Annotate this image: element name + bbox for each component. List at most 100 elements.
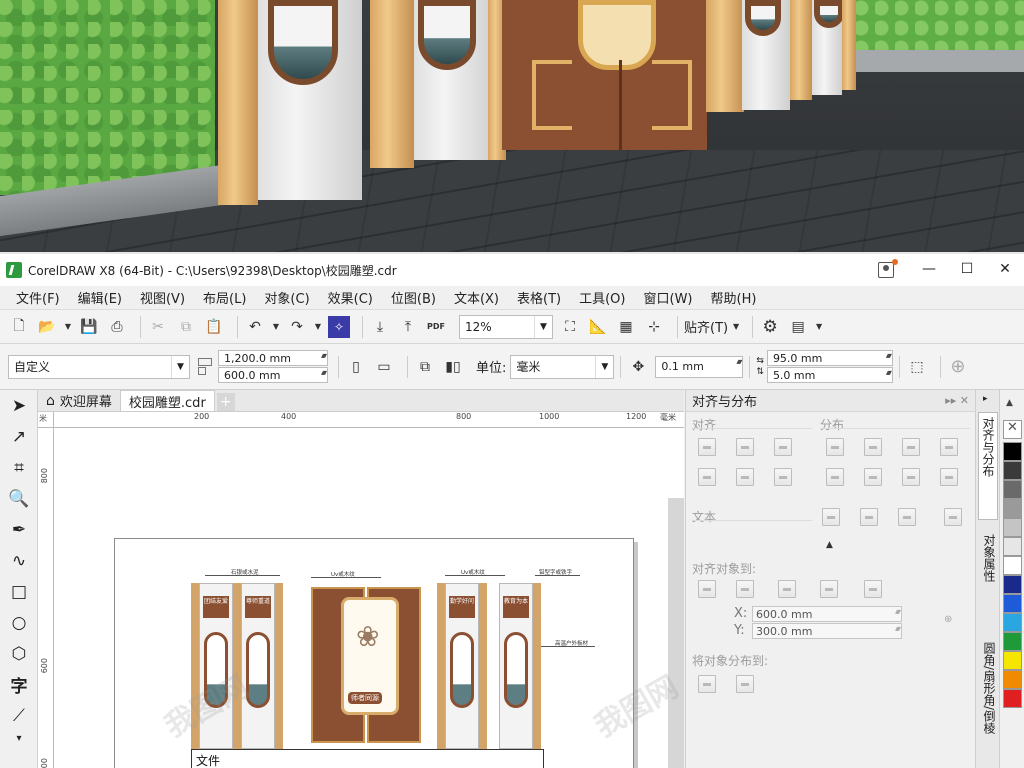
freehand-tool-icon[interactable]: ✒ bbox=[0, 514, 38, 545]
distribute-bottom-icon[interactable] bbox=[940, 468, 958, 486]
design-panel-3[interactable]: 勤学好问 bbox=[445, 583, 479, 749]
distribute-left-icon[interactable] bbox=[826, 438, 844, 456]
cut-icon[interactable]: ✂ bbox=[147, 316, 169, 338]
horizontal-ruler[interactable]: 200 400 800 1000 1200 毫米 bbox=[54, 412, 684, 428]
distribute-spacing-horizontal-icon[interactable] bbox=[902, 438, 920, 456]
import-icon[interactable]: ⤓ bbox=[369, 316, 391, 338]
text-tool-icon[interactable]: 字 bbox=[0, 669, 38, 700]
color-swatch[interactable] bbox=[1003, 594, 1022, 613]
menu-layout[interactable]: 布局(L) bbox=[195, 288, 256, 307]
menu-table[interactable]: 表格(T) bbox=[509, 288, 571, 307]
color-swatch[interactable] bbox=[1003, 575, 1022, 594]
distribute-spacing-vertical-icon[interactable] bbox=[902, 468, 920, 486]
application-launcher-icon[interactable]: ▤ bbox=[787, 316, 809, 338]
text-first-baseline-icon[interactable] bbox=[822, 508, 840, 526]
page-preset-combo[interactable]: 自定义 ▼ bbox=[8, 354, 190, 379]
menu-window[interactable]: 窗口(W) bbox=[636, 288, 703, 307]
pick-tool-icon[interactable]: ➤ bbox=[0, 390, 38, 421]
align-center-vertical-icon[interactable] bbox=[736, 468, 754, 486]
menu-object[interactable]: 对象(C) bbox=[256, 288, 319, 307]
design-gate-center[interactable]: ❀ 师者同源 bbox=[341, 597, 399, 715]
menu-file[interactable]: 文件(F) bbox=[8, 288, 70, 307]
ellipse-tool-icon[interactable]: ○ bbox=[0, 607, 38, 638]
distribute-top-icon[interactable] bbox=[826, 468, 844, 486]
text-outline-icon[interactable] bbox=[944, 508, 962, 526]
tab-object-properties[interactable]: 对象属性 bbox=[978, 530, 998, 630]
align-to-active-object-icon[interactable] bbox=[698, 580, 716, 598]
save-icon[interactable]: 💾 bbox=[78, 316, 100, 338]
color-swatch[interactable] bbox=[1003, 499, 1022, 518]
publish-pdf-icon[interactable]: PDF bbox=[425, 316, 447, 338]
show-rulers-icon[interactable]: 📐 bbox=[587, 316, 609, 338]
undo-dropdown-icon[interactable]: ▼ bbox=[272, 316, 280, 338]
collapse-chevron-up-icon[interactable]: ▲ bbox=[826, 540, 833, 550]
menu-effects[interactable]: 效果(C) bbox=[320, 288, 383, 307]
undo-icon[interactable]: ↶ bbox=[244, 316, 266, 338]
color-swatch[interactable] bbox=[1003, 556, 1022, 575]
align-x-field[interactable]: 600.0 mm bbox=[752, 606, 902, 622]
no-color-swatch[interactable] bbox=[1003, 420, 1022, 439]
color-swatch[interactable] bbox=[1003, 613, 1022, 632]
duplicate-distance-y-field[interactable]: 5.0 mm bbox=[766, 367, 893, 383]
color-swatch[interactable] bbox=[1003, 461, 1022, 480]
color-swatch[interactable] bbox=[1003, 480, 1022, 499]
design-panel-4[interactable]: 教育为本 bbox=[499, 583, 533, 749]
drawing-canvas[interactable]: 石银或水泥 Uv或木纹 Uv或木纹 铝型字或铁字 高温户外板材 团结友爱 尊师重… bbox=[54, 428, 684, 768]
rectangle-tool-icon[interactable]: □ bbox=[0, 576, 38, 607]
color-swatch[interactable] bbox=[1003, 442, 1022, 461]
current-page-icon[interactable]: ▮▯ bbox=[442, 356, 464, 378]
open-folder-icon[interactable]: 📂 bbox=[36, 316, 58, 338]
palette-scroll-up-icon[interactable]: ▲ bbox=[1006, 398, 1013, 408]
minimize-button[interactable]: — bbox=[910, 254, 948, 284]
vertical-ruler[interactable]: 600 400 800 bbox=[38, 428, 54, 768]
tabs-scroll-icon[interactable]: ▸ bbox=[983, 394, 988, 404]
open-dropdown-icon[interactable]: ▼ bbox=[64, 316, 72, 338]
docker-close-icon[interactable]: ▸▸ ✕ bbox=[945, 394, 969, 407]
snap-dropdown-icon[interactable]: ▼ bbox=[732, 316, 740, 338]
tab-welcome-screen[interactable]: ⌂ 欢迎屏幕 bbox=[38, 390, 120, 411]
maximize-button[interactable]: ☐ bbox=[948, 254, 986, 284]
align-bottom-icon[interactable] bbox=[774, 468, 792, 486]
more-tools-icon[interactable]: ▾ bbox=[0, 731, 38, 745]
design-panel-2[interactable]: 尊师重道 bbox=[241, 583, 275, 749]
portrait-orientation-icon[interactable]: ▯ bbox=[345, 356, 367, 378]
redo-dropdown-icon[interactable]: ▼ bbox=[314, 316, 322, 338]
polygon-tool-icon[interactable]: ⬡ bbox=[0, 638, 38, 669]
search-content-icon[interactable]: ✧ bbox=[328, 315, 350, 338]
quick-customize-icon[interactable]: ⊕ bbox=[947, 356, 969, 378]
distribute-center-horizontal-icon[interactable] bbox=[864, 438, 882, 456]
menu-text[interactable]: 文本(X) bbox=[446, 288, 509, 307]
distribute-center-vertical-icon[interactable] bbox=[864, 468, 882, 486]
menu-help[interactable]: 帮助(H) bbox=[703, 288, 767, 307]
align-to-selection-icon[interactable] bbox=[736, 580, 754, 598]
artistic-media-tool-icon[interactable]: ∿ bbox=[0, 545, 38, 576]
distribute-to-page-icon[interactable] bbox=[736, 675, 754, 693]
tab-align-distribute[interactable]: 对齐与分布 bbox=[978, 412, 998, 520]
nudge-distance-field[interactable]: 0.1 mm bbox=[655, 355, 744, 378]
shape-tool-icon[interactable]: ↗ bbox=[0, 421, 38, 452]
copy-icon[interactable]: ⧉ bbox=[175, 316, 197, 338]
align-top-icon[interactable] bbox=[698, 468, 716, 486]
color-swatch[interactable] bbox=[1003, 537, 1022, 556]
tab-fillet-scallop-chamfer[interactable]: 圆角/扇形角/倒棱 bbox=[978, 638, 998, 768]
duplicate-distance-x-field[interactable]: 95.0 mm bbox=[766, 350, 893, 366]
point-target-icon[interactable]: ⊕ bbox=[944, 614, 952, 625]
align-to-point-icon[interactable] bbox=[864, 580, 882, 598]
treat-as-filled-icon[interactable]: ⬚ bbox=[906, 356, 928, 378]
distribute-right-icon[interactable] bbox=[940, 438, 958, 456]
options-gear-icon[interactable]: ⚙ bbox=[759, 316, 781, 338]
paste-icon[interactable]: 📋 bbox=[203, 316, 225, 338]
align-center-horizontal-icon[interactable] bbox=[736, 438, 754, 456]
account-icon[interactable] bbox=[878, 259, 898, 278]
parallel-dimension-tool-icon[interactable]: ⟋ bbox=[0, 700, 38, 731]
new-tab-button[interactable]: + bbox=[216, 393, 235, 411]
vertical-scrollbar[interactable] bbox=[668, 498, 684, 768]
show-guidelines-icon[interactable]: ⊹ bbox=[643, 316, 665, 338]
color-swatch[interactable] bbox=[1003, 632, 1022, 651]
zoom-level-combo[interactable]: 12% ▼ bbox=[459, 314, 553, 339]
align-left-icon[interactable] bbox=[698, 438, 716, 456]
new-document-icon[interactable]: 🗋 bbox=[8, 316, 30, 338]
color-swatch[interactable] bbox=[1003, 651, 1022, 670]
menu-view[interactable]: 视图(V) bbox=[132, 288, 195, 307]
close-button[interactable]: ✕ bbox=[986, 254, 1024, 284]
